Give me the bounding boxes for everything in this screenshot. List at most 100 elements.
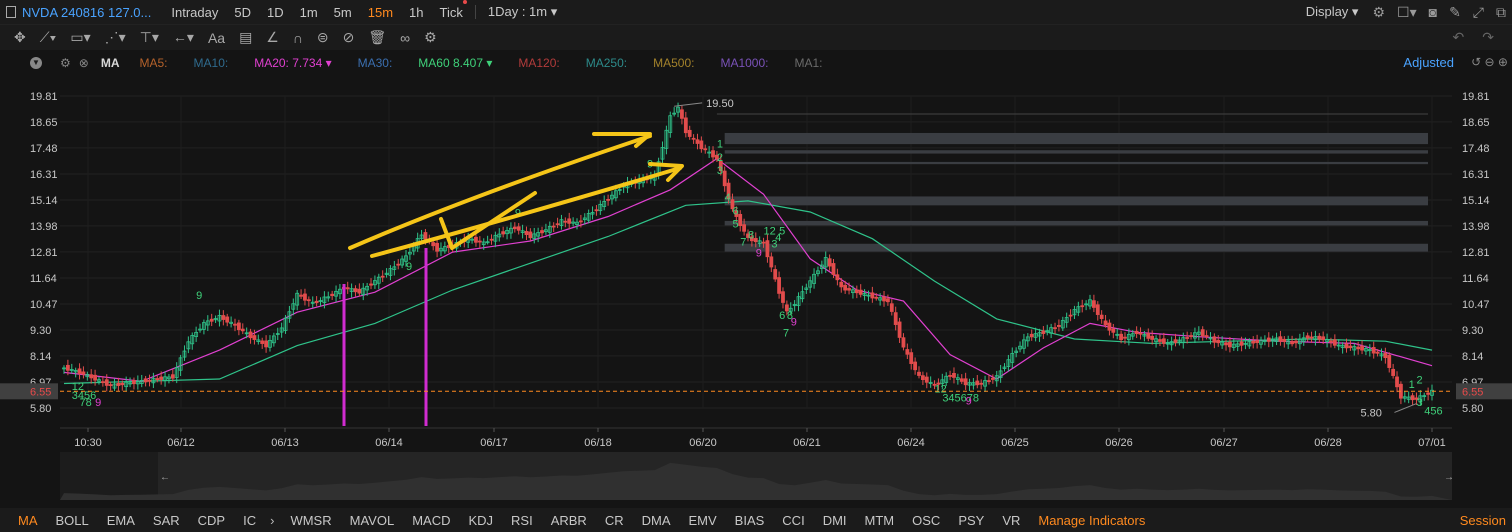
ind-wmsr[interactable]: WMSR bbox=[290, 513, 331, 528]
ind-ic[interactable]: IC bbox=[243, 513, 256, 528]
ma30-value[interactable]: MA30: bbox=[358, 56, 393, 70]
magnet-icon[interactable]: ∩ bbox=[293, 30, 303, 46]
candle-body bbox=[913, 361, 918, 371]
redo-icon[interactable]: ↷ bbox=[1482, 29, 1494, 46]
ind-cdp[interactable]: CDP bbox=[198, 513, 225, 528]
resistance-band bbox=[724, 243, 1428, 252]
candle-body bbox=[1212, 336, 1217, 343]
tf-5m[interactable]: 5m bbox=[334, 5, 352, 20]
session-button[interactable]: Session bbox=[1460, 513, 1506, 528]
text-tool-icon[interactable]: Aa bbox=[208, 30, 225, 46]
collapse-icon[interactable]: ▼ bbox=[30, 57, 42, 69]
tf-tick[interactable]: Tick bbox=[440, 0, 467, 20]
settings-icon[interactable]: ⚙ bbox=[1372, 4, 1385, 21]
trash-icon[interactable]: 🗑 bbox=[368, 29, 386, 46]
ma250-value[interactable]: MA250: bbox=[586, 56, 627, 70]
crosshair-icon[interactable]: ✥ bbox=[14, 29, 26, 46]
line-tool-icon[interactable]: ⟋▾ bbox=[40, 29, 57, 46]
ind-dma[interactable]: DMA bbox=[642, 513, 671, 528]
ma5-value[interactable]: MA5: bbox=[140, 56, 168, 70]
ind-vr[interactable]: VR bbox=[1002, 513, 1020, 528]
candle-body bbox=[1053, 327, 1057, 330]
candle-body bbox=[1204, 335, 1209, 337]
candle-body bbox=[1161, 338, 1166, 344]
pen-icon[interactable]: ✎ bbox=[1449, 4, 1461, 21]
tf-1m[interactable]: 1m bbox=[300, 5, 318, 20]
tf-intraday[interactable]: Intraday bbox=[171, 5, 218, 20]
ruler-icon[interactable]: ∠ bbox=[266, 29, 279, 46]
trend-tool-icon[interactable]: ⋰▾ bbox=[105, 29, 126, 46]
ind-cr[interactable]: CR bbox=[605, 513, 624, 528]
ma60-value[interactable]: MA60 8.407 ▾ bbox=[418, 56, 492, 70]
tf-1h[interactable]: 1h bbox=[409, 5, 423, 20]
range-select[interactable]: 1Day : 1m ▾ bbox=[488, 4, 557, 20]
sequence-count: 9 bbox=[95, 397, 101, 409]
popout-icon[interactable]: ⧉ bbox=[1496, 4, 1506, 21]
tf-1d[interactable]: 1D bbox=[267, 5, 284, 20]
symbol-list-icon[interactable] bbox=[6, 6, 16, 18]
ind-osc[interactable]: OSC bbox=[912, 513, 940, 528]
fullscreen-icon[interactable]: ⤢ bbox=[1473, 4, 1484, 21]
zoom-icons[interactable]: ↺ ⊖ ⊕ bbox=[1471, 55, 1508, 69]
candle-body bbox=[369, 283, 373, 286]
ind-mtm[interactable]: MTM bbox=[865, 513, 895, 528]
ind-ma[interactable]: MA bbox=[18, 513, 38, 528]
ind-boll[interactable]: BOLL bbox=[56, 513, 89, 528]
navigator-left-handle[interactable]: ← bbox=[160, 472, 170, 483]
hide-icon[interactable]: ⊘ bbox=[343, 29, 355, 46]
ma20-value[interactable]: MA20: 7.734 ▾ bbox=[254, 56, 331, 70]
ma-settings-icon[interactable]: ⚙ bbox=[60, 56, 71, 70]
ind-mavol[interactable]: MAVOL bbox=[350, 513, 395, 528]
ma1-value[interactable]: MA1: bbox=[794, 56, 822, 70]
candle-body bbox=[260, 340, 265, 344]
tf-5d[interactable]: 5D bbox=[234, 5, 251, 20]
adjusted-toggle[interactable]: Adjusted bbox=[1403, 55, 1454, 70]
candle-body bbox=[147, 379, 152, 382]
arrow-tool-icon[interactable]: ←▾ bbox=[173, 29, 194, 46]
candle-body bbox=[886, 298, 890, 303]
tf-15m[interactable]: 15m bbox=[368, 5, 393, 20]
x-tick-label: 06/12 bbox=[167, 437, 195, 449]
ma120-value[interactable]: MA120: bbox=[518, 56, 559, 70]
lock-icon[interactable]: ⊜ bbox=[317, 29, 329, 46]
ind-macd[interactable]: MACD bbox=[412, 513, 450, 528]
ind-arbr[interactable]: ARBR bbox=[551, 513, 587, 528]
candle-body bbox=[578, 220, 583, 223]
draw-settings-icon[interactable]: ⚙ bbox=[424, 29, 437, 46]
ind-dmi[interactable]: DMI bbox=[823, 513, 847, 528]
navigator-right-handle[interactable]: → bbox=[1444, 472, 1454, 483]
ind-cci[interactable]: CCI bbox=[782, 513, 804, 528]
link-icon[interactable]: ∞ bbox=[400, 30, 410, 46]
ma-close-icon[interactable]: ⊗ bbox=[79, 56, 89, 70]
ma1000-value[interactable]: MA1000: bbox=[720, 56, 768, 70]
price-tag-left-label: 6.55 bbox=[30, 386, 51, 398]
ind-rsi[interactable]: RSI bbox=[511, 513, 533, 528]
candle-body bbox=[777, 277, 781, 294]
layout-icon[interactable]: ☐▾ bbox=[1397, 4, 1417, 21]
ind-kdj[interactable]: KDJ bbox=[468, 513, 493, 528]
y-tick-label: 12.81 bbox=[30, 247, 58, 259]
ind-emv[interactable]: EMV bbox=[689, 513, 717, 528]
ma10-value[interactable]: MA10: bbox=[194, 56, 229, 70]
candle-body bbox=[897, 321, 902, 338]
camera-icon[interactable]: ◙ bbox=[1429, 4, 1437, 20]
symbol-title[interactable]: NVDA 240816 127.0... bbox=[22, 5, 151, 20]
fib-tool-icon[interactable]: ⊤▾ bbox=[140, 29, 159, 46]
candle-body bbox=[738, 213, 743, 227]
rect-tool-icon[interactable]: ▭▾ bbox=[70, 29, 90, 46]
ind-sar[interactable]: SAR bbox=[153, 513, 180, 528]
candle-body bbox=[1329, 340, 1333, 343]
display-menu[interactable]: Display ▾ bbox=[1306, 4, 1359, 20]
ma500-value[interactable]: MA500: bbox=[653, 56, 694, 70]
ind-bias[interactable]: BIAS bbox=[735, 513, 765, 528]
ind-psy[interactable]: PSY bbox=[958, 513, 984, 528]
candle-body bbox=[1426, 392, 1431, 395]
comment-icon[interactable]: ▤ bbox=[239, 29, 252, 46]
undo-icon[interactable]: ↶ bbox=[1453, 29, 1465, 46]
chevron-right-icon[interactable]: › bbox=[270, 513, 274, 528]
manage-indicators-button[interactable]: Manage Indicators bbox=[1038, 513, 1145, 528]
divider bbox=[474, 5, 476, 19]
sequence-count: 456 bbox=[1424, 406, 1442, 418]
price-chart[interactable]: 9999123465871234596 89712345678912345678 9… bbox=[0, 76, 1512, 508]
ind-ema[interactable]: EMA bbox=[107, 513, 135, 528]
